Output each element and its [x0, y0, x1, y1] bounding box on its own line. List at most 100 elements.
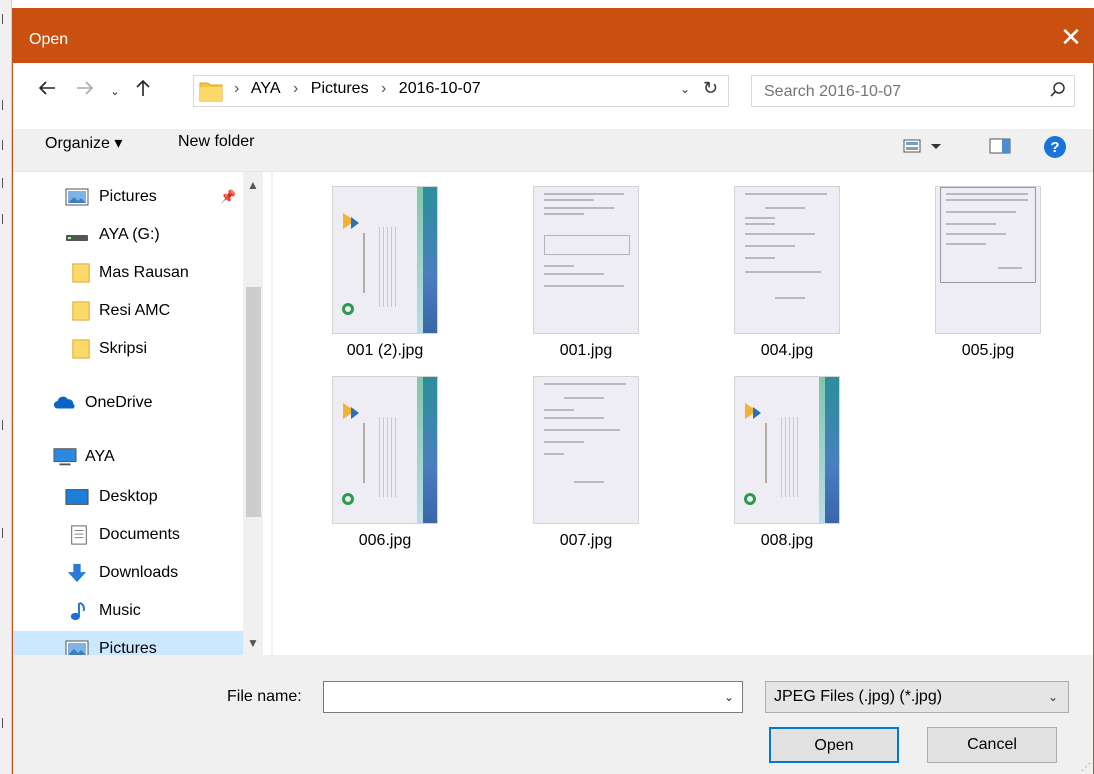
sidebar-item-label: Pictures [99, 188, 157, 205]
search-input[interactable] [764, 81, 1034, 103]
file-name: 005.jpg [961, 342, 1015, 359]
sidebar-item-label: Documents [99, 526, 180, 543]
recent-locations-chevron-down-icon[interactable]: ⌄ [105, 77, 125, 107]
onedrive-cloud-icon [53, 396, 75, 409]
scrollbar-thumb[interactable] [246, 287, 261, 517]
certificate-thumbnail [734, 376, 840, 524]
sidebar-item-label: OneDrive [85, 394, 153, 411]
file-item[interactable]: 007.jpg [510, 362, 640, 549]
file-name: 001 (2).jpg [346, 342, 424, 359]
new-folder-button[interactable]: New folder [178, 133, 254, 151]
open-button[interactable]: Open [769, 727, 899, 763]
breadcrumb-item-current[interactable]: 2016-10-07 [399, 80, 481, 97]
file-item[interactable]: 004.jpg [711, 172, 841, 359]
sidebar-item-music[interactable]: Music [13, 593, 243, 629]
resize-grip-icon[interactable]: ⋰ [1081, 762, 1091, 773]
sidebar-item-downloads[interactable]: Downloads [13, 555, 243, 591]
sidebar-item-label: Downloads [99, 564, 179, 581]
sidebar-item-onedrive[interactable]: OneDrive [13, 385, 243, 421]
help-icon[interactable]: ? [1043, 135, 1067, 163]
document-thumbnail [734, 186, 840, 334]
dialog-title: Open [29, 31, 69, 48]
file-name: 004.jpg [760, 342, 814, 359]
breadcrumb: › AYA › Pictures › 2016-10-07 [234, 80, 489, 98]
folder-icon [72, 263, 90, 283]
file-type-select[interactable]: JPEG Files (.jpg) (*.jpg) ⌄ [765, 681, 1069, 713]
breadcrumb-item-pictures[interactable]: Pictures [311, 80, 369, 97]
search-icon[interactable] [1050, 81, 1066, 104]
file-name-combobox[interactable]: ⌄ [323, 681, 743, 713]
cancel-button[interactable]: Cancel [927, 727, 1057, 763]
document-thumbnail [935, 186, 1041, 334]
sidebar-item-aya-drive[interactable]: AYA (G:) [13, 217, 243, 253]
sidebar-item-label: Music [99, 602, 141, 619]
document-thumbnail [533, 186, 639, 334]
back-arrow-icon[interactable] [33, 77, 61, 107]
pictures-folder-icon [65, 640, 89, 655]
sidebar-item-pictures-selected[interactable]: Pictures [13, 631, 243, 655]
file-name-label: File name: [227, 688, 302, 705]
certificate-thumbnail [332, 186, 438, 334]
file-name: 007.jpg [559, 532, 613, 549]
pin-icon[interactable]: 📌 [220, 189, 236, 205]
view-options-icon[interactable] [903, 137, 943, 159]
sidebar-item-mas-rausan[interactable]: Mas Rausan [13, 255, 243, 291]
desktop-icon [65, 489, 89, 505]
navigation-pane: Pictures 📌 AYA (G:) Mas Rausan Resi AMC … [13, 171, 271, 655]
up-arrow-icon[interactable] [129, 77, 157, 107]
breadcrumb-separator: › [381, 80, 387, 97]
pictures-folder-icon [65, 188, 89, 206]
refresh-icon[interactable]: ↻ [703, 78, 718, 99]
folder-icon [72, 339, 90, 359]
sidebar-item-resi-amc[interactable]: Resi AMC [13, 293, 243, 329]
sidebar-item-label: Resi AMC [99, 302, 171, 319]
file-name-input[interactable] [328, 686, 708, 708]
title-bar: Open ✕ [13, 9, 1093, 63]
chevron-down-icon: ⌄ [1047, 690, 1058, 704]
close-icon[interactable]: ✕ [1057, 24, 1085, 53]
address-bar[interactable]: › AYA › Pictures › 2016-10-07 ⌄ ↻ [193, 75, 729, 107]
file-type-value: JPEG Files (.jpg) (*.jpg) [774, 688, 943, 705]
file-name: 006.jpg [358, 532, 412, 549]
file-name: 008.jpg [760, 532, 814, 549]
breadcrumb-separator: › [292, 80, 299, 97]
background-window-edge [0, 0, 12, 774]
sidebar-item-skripsi[interactable]: Skripsi [13, 331, 243, 367]
sidebar-item-this-pc[interactable]: AYA [13, 439, 243, 475]
sidebar-item-label: Desktop [99, 488, 158, 505]
downloads-icon [67, 563, 87, 583]
sidebar-item-label: AYA (G:) [99, 226, 160, 243]
address-history-chevron-down-icon[interactable]: ⌄ [680, 82, 690, 96]
computer-icon [53, 448, 77, 466]
sidebar-item-label: Skripsi [99, 340, 148, 357]
scroll-down-icon[interactable]: ▼ [247, 636, 259, 650]
open-file-dialog: Open ✕ ⌄ › AYA › Pictures › 2016-10-07 ⌄… [12, 8, 1094, 774]
navigation-bar: ⌄ › AYA › Pictures › 2016-10-07 ⌄ ↻ [13, 63, 1093, 129]
file-item[interactable]: 008.jpg [711, 362, 841, 549]
breadcrumb-item-aya[interactable]: AYA [251, 80, 281, 97]
file-name: 001.jpg [559, 342, 613, 359]
drive-icon [66, 235, 88, 241]
documents-icon [71, 525, 87, 545]
sidebar-item-label: Pictures [99, 640, 157, 655]
sidebar-item-label: AYA [85, 448, 115, 465]
sidebar-item-pictures-quick-access[interactable]: Pictures 📌 [13, 179, 243, 215]
forward-arrow-icon[interactable] [71, 77, 99, 107]
scroll-up-icon[interactable]: ▲ [247, 178, 259, 192]
folder-icon [72, 301, 90, 321]
navigation-pane-scrollbar[interactable]: ▲ ▼ [243, 172, 263, 655]
organize-menu-button[interactable]: Organize ▾ [45, 133, 122, 153]
chevron-down-icon[interactable]: ⌄ [724, 690, 734, 704]
breadcrumb-separator: › [234, 80, 240, 97]
search-box[interactable] [751, 75, 1075, 107]
file-item[interactable]: 001.jpg [510, 172, 640, 359]
folder-icon [199, 82, 223, 102]
file-item[interactable]: 001 (2).jpg [309, 172, 439, 359]
sidebar-item-desktop[interactable]: Desktop [13, 479, 243, 515]
file-item[interactable]: 006.jpg [309, 362, 439, 549]
svg-text:?: ? [1050, 139, 1059, 156]
document-thumbnail [533, 376, 639, 524]
sidebar-item-documents[interactable]: Documents [13, 517, 243, 553]
file-item[interactable]: 005.jpg [912, 172, 1042, 359]
preview-pane-icon[interactable] [989, 137, 1011, 159]
